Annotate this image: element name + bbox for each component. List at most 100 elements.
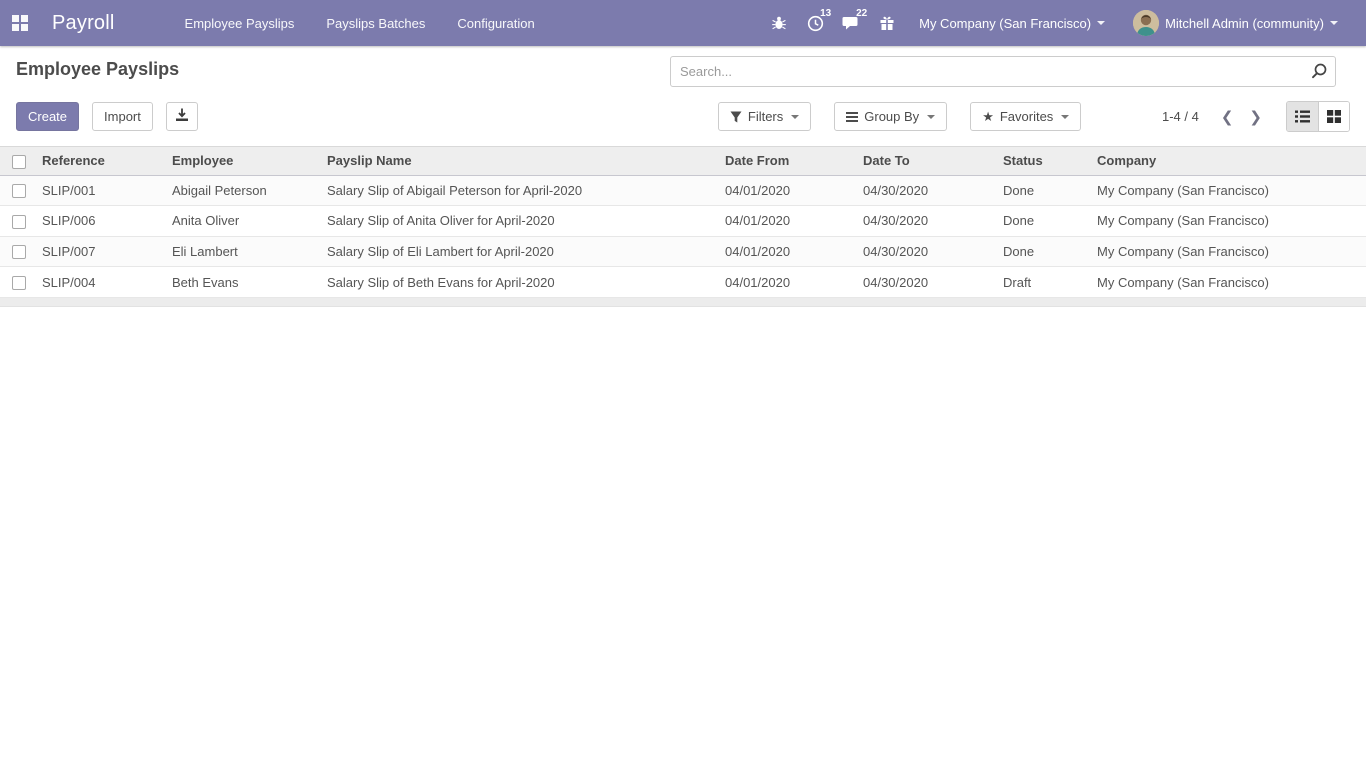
column-header-reference[interactable]: Reference	[38, 146, 168, 176]
cell-company[interactable]: My Company (San Francisco)	[1093, 266, 1366, 298]
search-icon[interactable]	[1310, 62, 1328, 85]
view-switcher	[1286, 101, 1350, 132]
table-row[interactable]: SLIP/004 Beth Evans Salary Slip of Beth Ev…	[0, 266, 1366, 298]
cell-status[interactable]: Done	[999, 236, 1093, 268]
cell-employee[interactable]: Eli Lambert	[168, 236, 323, 268]
top-navbar: Payroll Employee Payslips Payslips Batch…	[0, 0, 1366, 46]
column-header-date-to[interactable]: Date To	[859, 146, 999, 176]
cell-payslip-name[interactable]: Salary Slip of Abigail Peterson for Apri…	[323, 175, 721, 207]
table-row[interactable]: SLIP/006 Anita Oliver Salary Slip of Anita…	[0, 205, 1366, 237]
cell-employee[interactable]: Abigail Peterson	[168, 175, 323, 207]
cell-date-from[interactable]: 04/01/2020	[721, 266, 859, 298]
menu-employee-payslips[interactable]: Employee Payslips	[173, 2, 307, 45]
bug-icon	[772, 16, 786, 30]
kanban-view-icon	[1327, 110, 1341, 123]
kanban-view-button[interactable]	[1318, 102, 1349, 131]
filters-button[interactable]: Filters	[717, 102, 812, 131]
main-menu: Employee Payslips Payslips Batches Confi…	[173, 2, 547, 45]
cell-reference[interactable]: SLIP/004	[38, 266, 168, 298]
cell-date-from[interactable]: 04/01/2020	[721, 205, 859, 237]
cell-company[interactable]: My Company (San Francisco)	[1093, 175, 1366, 207]
user-menu[interactable]: Mitchell Admin (community)	[1119, 0, 1352, 46]
list-view-icon	[1295, 110, 1310, 123]
column-header-status[interactable]: Status	[999, 146, 1093, 176]
table-footer	[0, 297, 1366, 307]
chevron-down-icon	[927, 114, 936, 119]
table-row[interactable]: SLIP/001 Abigail Peterson Salary Slip of A…	[0, 175, 1366, 207]
payslip-list: Reference Employee Payslip Name Date Fro…	[0, 146, 1366, 298]
cell-reference[interactable]: SLIP/001	[38, 175, 168, 207]
column-header-company[interactable]: Company	[1093, 146, 1366, 176]
filter-funnel-icon	[730, 111, 742, 122]
cell-status[interactable]: Draft	[999, 266, 1093, 298]
select-all-cell[interactable]	[0, 146, 38, 176]
row-checkbox[interactable]	[12, 214, 26, 229]
messages-menu[interactable]: 22	[833, 0, 869, 46]
activities-menu[interactable]: 13	[797, 0, 833, 46]
column-header-employee[interactable]: Employee	[168, 146, 323, 176]
row-checkbox-cell[interactable]	[0, 266, 38, 298]
avatar	[1133, 10, 1160, 36]
page-title: Employee Payslips	[16, 59, 180, 79]
list-view-button[interactable]	[1287, 102, 1318, 131]
row-checkbox[interactable]	[12, 184, 26, 199]
group-by-icon	[846, 111, 859, 122]
chevron-down-icon	[1061, 114, 1070, 119]
search-box	[670, 56, 1336, 87]
chevron-down-icon	[1330, 21, 1338, 25]
group-by-button[interactable]: Group By	[834, 102, 948, 131]
star-icon: ★	[982, 109, 994, 124]
cell-status[interactable]: Done	[999, 175, 1093, 207]
group-by-label: Group By	[864, 109, 920, 124]
apps-menu-icon[interactable]	[0, 0, 40, 46]
row-checkbox-cell[interactable]	[0, 175, 38, 207]
cell-date-to[interactable]: 04/30/2020	[859, 236, 999, 268]
app-brand[interactable]: Payroll	[52, 12, 115, 35]
cell-date-to[interactable]: 04/30/2020	[859, 175, 999, 207]
row-checkbox-cell[interactable]	[0, 205, 38, 237]
row-checkbox[interactable]	[12, 275, 26, 290]
cell-reference[interactable]: SLIP/006	[38, 205, 168, 237]
search-options: Filters Group By ★ Favorites	[717, 102, 1082, 131]
cell-company[interactable]: My Company (San Francisco)	[1093, 236, 1366, 268]
row-checkbox-cell[interactable]	[0, 236, 38, 268]
cell-reference[interactable]: SLIP/007	[38, 236, 168, 268]
company-switcher[interactable]: My Company (San Francisco)	[905, 0, 1119, 46]
favorites-label: Favorites	[999, 109, 1054, 124]
cell-date-to[interactable]: 04/30/2020	[859, 266, 999, 298]
select-all-checkbox[interactable]	[12, 154, 26, 169]
import-button[interactable]: Import	[92, 102, 153, 131]
favorites-button[interactable]: ★ Favorites	[970, 102, 1082, 131]
cell-payslip-name[interactable]: Salary Slip of Anita Oliver for April-20…	[323, 205, 721, 237]
search-input[interactable]	[670, 56, 1336, 87]
cell-status[interactable]: Done	[999, 205, 1093, 237]
gift-menu[interactable]	[869, 0, 905, 46]
table-header-row: Reference Employee Payslip Name Date Fro…	[0, 146, 1366, 176]
cell-date-to[interactable]: 04/30/2020	[859, 205, 999, 237]
column-header-payslip-name[interactable]: Payslip Name	[323, 146, 721, 176]
menu-payslips-batches[interactable]: Payslips Batches	[314, 2, 437, 45]
row-checkbox[interactable]	[12, 245, 26, 260]
download-icon	[175, 108, 188, 121]
export-button[interactable]	[165, 102, 198, 131]
chevron-down-icon	[1097, 21, 1106, 25]
user-name: Mitchell Admin (community)	[1165, 15, 1324, 31]
menu-configuration[interactable]: Configuration	[445, 2, 546, 45]
navbar-systray: 13 22 My Company (San Francisco) Mitchel…	[761, 0, 1366, 46]
control-panel: Employee Payslips Create Import	[0, 46, 1366, 140]
table-row[interactable]: SLIP/007 Eli Lambert Salary Slip of Eli La…	[0, 236, 1366, 268]
cell-company[interactable]: My Company (San Francisco)	[1093, 205, 1366, 237]
debug-bug-icon[interactable]	[761, 0, 797, 46]
cell-date-from[interactable]: 04/01/2020	[721, 175, 859, 207]
column-header-date-from[interactable]: Date From	[721, 146, 859, 176]
cell-payslip-name[interactable]: Salary Slip of Eli Lambert for April-202…	[323, 236, 721, 268]
cell-payslip-name[interactable]: Salary Slip of Beth Evans for April-2020	[323, 266, 721, 298]
pager-next-icon[interactable]: ❯	[1241, 104, 1270, 130]
cell-employee[interactable]: Beth Evans	[168, 266, 323, 298]
filters-label: Filters	[747, 109, 784, 124]
company-name: My Company (San Francisco)	[919, 15, 1092, 31]
pager-previous-icon[interactable]: ❮	[1213, 104, 1242, 130]
cell-employee[interactable]: Anita Oliver	[168, 205, 323, 237]
cell-date-from[interactable]: 04/01/2020	[721, 236, 859, 268]
create-button[interactable]: Create	[16, 102, 80, 131]
